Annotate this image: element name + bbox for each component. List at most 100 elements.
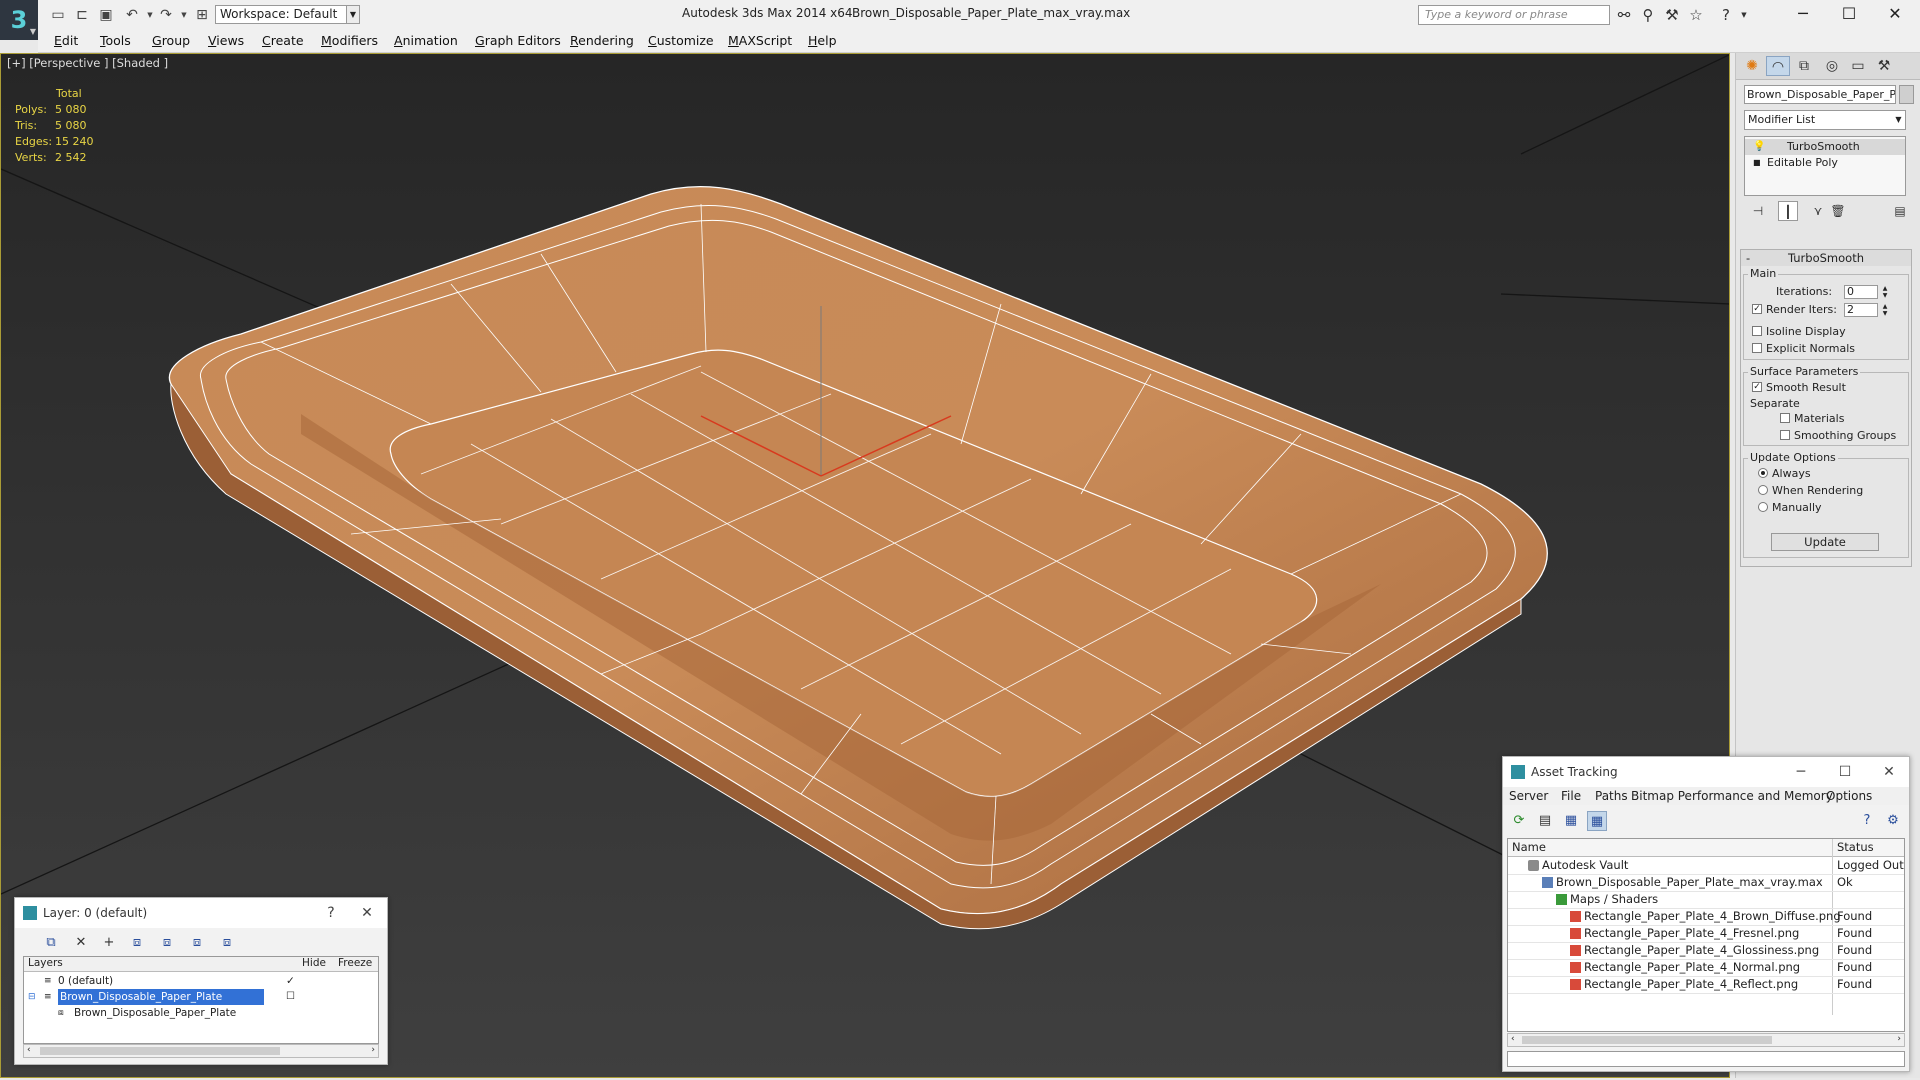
chevron-down-icon[interactable]: ▼ [1892,111,1905,129]
make-unique-icon[interactable]: ⋎ [1808,201,1828,221]
help-icon[interactable]: ? [1857,811,1877,831]
smooth-result-checkbox[interactable]: ✓ [1752,382,1762,392]
table-view-icon[interactable]: ▦ [1587,811,1607,831]
asset-tracking-titlebar[interactable]: Asset Tracking ─ ☐ ✕ [1503,757,1909,787]
explicit-normals-checkbox[interactable] [1752,343,1762,353]
menu-customize[interactable]: Customize [648,33,714,48]
minimize-button[interactable]: ─ [1780,2,1826,26]
options-icon[interactable]: ⚙ [1883,811,1903,831]
menu-tools[interactable]: Tools [100,33,131,48]
object-name-field[interactable]: Brown_Disposable_Paper_Pla [1744,85,1896,104]
menu-help[interactable]: Help [808,33,837,48]
rollout-header[interactable]: - TurboSmooth [1741,250,1911,266]
binoculars-icon[interactable]: ⚯ [1614,5,1634,25]
communication-center-icon[interactable]: ⚒ [1662,5,1682,25]
new-file-icon[interactable]: ▭ [48,5,68,25]
undo-icon[interactable]: ↶ [122,5,142,25]
viewport-label[interactable]: [+] [Perspective ] [Shaded ] [7,56,168,70]
menu-file[interactable]: File [1561,789,1581,803]
manually-radio[interactable] [1758,502,1768,512]
asset-row[interactable]: Rectangle_Paper_Plate_4_Normal.png Found [1508,959,1904,977]
menu-rendering[interactable]: Rendering [570,33,634,48]
asset-row[interactable]: Brown_Disposable_Paper_Plate_max_vray.ma… [1508,874,1904,892]
scroll-right-icon[interactable]: › [1897,1034,1901,1044]
layer-row[interactable]: ≡ 0 (default) ✓ [24,973,378,989]
tab-hierarchy-icon[interactable]: ⧉ [1792,56,1816,76]
materials-checkbox[interactable] [1780,413,1790,423]
current-layer-box-icon[interactable]: ☐ [286,989,295,1005]
scroll-left-icon[interactable]: ‹ [1511,1034,1515,1044]
help-dropdown-icon[interactable]: ▼ [1734,5,1754,25]
update-button[interactable]: Update [1771,533,1879,551]
select-objects-icon[interactable]: ⧈ [127,934,147,952]
stack-item-turbosmooth[interactable]: 💡 TurboSmooth [1745,139,1905,155]
asset-row[interactable]: Maps / Shaders [1508,891,1904,909]
maximize-button[interactable]: ☐ [1833,761,1857,783]
when-rendering-radio[interactable] [1758,485,1768,495]
tab-modify-icon[interactable]: ◠ [1766,56,1790,76]
freeze-all-icon[interactable]: ⧈ [217,934,237,952]
collapse-icon[interactable]: ⊟ [28,989,36,1005]
menu-animation[interactable]: Animation [394,33,458,48]
thumbnail-view-icon[interactable]: ▦ [1561,811,1581,831]
layer-row[interactable]: ⊟ ≡ Brown_Disposable_Paper_Plate ☐ [24,989,378,1005]
expand-icon[interactable]: ■ [1753,155,1761,171]
asset-row[interactable]: Rectangle_Paper_Plate_4_Glossiness.png F… [1508,942,1904,960]
minimize-button[interactable]: ─ [1789,761,1813,783]
pin-stack-icon[interactable]: ⊣ [1748,201,1768,221]
hide-all-icon[interactable]: ⧈ [187,934,207,952]
save-icon[interactable]: ▣ [96,5,116,25]
refresh-icon[interactable]: ⟳ [1509,811,1529,831]
menu-bitmap-performance[interactable]: Bitmap Performance and Memory [1631,789,1833,803]
new-layer-icon[interactable]: ⧉ [41,934,61,952]
horizontal-scrollbar[interactable]: ‹ › [1507,1033,1905,1047]
render-iters-spinner[interactable]: 2 [1844,303,1878,317]
menu-edit[interactable]: Edit [54,33,78,48]
isoline-display-checkbox[interactable] [1752,326,1762,336]
configure-sets-icon[interactable]: ▤ [1890,201,1910,221]
maximize-button[interactable]: ☐ [1826,2,1872,26]
always-radio[interactable] [1758,468,1768,478]
tab-utilities-icon[interactable]: ⚒ [1872,56,1896,76]
app-menu-button[interactable]: 3 ▼ [0,0,38,40]
render-iters-checkbox[interactable]: ✓ [1752,304,1762,314]
scroll-left-icon[interactable]: ‹ [27,1045,31,1055]
column-hide[interactable]: Hide [302,957,326,969]
chevron-down-icon[interactable]: ▼ [346,5,360,24]
scroll-right-icon[interactable]: › [371,1045,375,1055]
column-status[interactable]: Status [1837,840,1874,854]
search-input[interactable]: Type a keyword or phrase [1418,5,1610,25]
tab-motion-icon[interactable]: ◎ [1820,56,1844,76]
tab-create-icon[interactable]: ✺ [1740,56,1764,76]
asset-row[interactable]: Rectangle_Paper_Plate_4_Brown_Diffuse.pn… [1508,908,1904,926]
column-layers[interactable]: Layers [28,957,63,969]
scroll-thumb[interactable] [1522,1036,1772,1044]
help-button[interactable]: ? [319,902,343,924]
asset-row[interactable]: Autodesk Vault Logged Out [1508,857,1904,875]
stack-item-editable-poly[interactable]: ■ Editable Poly [1745,155,1905,171]
close-button[interactable]: ✕ [1872,2,1918,26]
add-to-layer-icon[interactable]: + [99,934,119,952]
list-view-icon[interactable]: ▤ [1535,811,1555,831]
menu-options[interactable]: Options [1826,789,1872,803]
redo-icon[interactable]: ↷ [156,5,176,25]
redo-dropdown-icon[interactable]: ▼ [174,5,194,25]
smoothing-groups-checkbox[interactable] [1780,430,1790,440]
tab-display-icon[interactable]: ▭ [1846,56,1870,76]
spinner-arrows-icon[interactable]: ▲ ▼ [1880,285,1890,299]
menu-group[interactable]: Group [152,33,190,48]
menu-server[interactable]: Server [1509,789,1548,803]
highlight-layer-icon[interactable]: ⧈ [157,934,177,952]
project-folder-icon[interactable]: ⊞ [192,5,212,25]
collapse-icon[interactable]: - [1746,250,1750,266]
asset-row[interactable]: Rectangle_Paper_Plate_4_Fresnel.png Foun… [1508,925,1904,943]
star-icon[interactable]: ☆ [1686,5,1706,25]
help-icon[interactable]: ? [1716,5,1736,25]
horizontal-scrollbar[interactable]: ‹ › [23,1044,379,1058]
modifier-list-dropdown[interactable]: Modifier List [1744,110,1906,130]
object-color-swatch[interactable] [1899,85,1914,104]
spinner-arrows-icon[interactable]: ▲ ▼ [1880,303,1890,317]
search-options-icon[interactable]: ⚲ [1638,5,1658,25]
menu-graph-editors[interactable]: Graph Editors [475,33,561,48]
iterations-spinner[interactable]: 0 [1844,285,1878,299]
